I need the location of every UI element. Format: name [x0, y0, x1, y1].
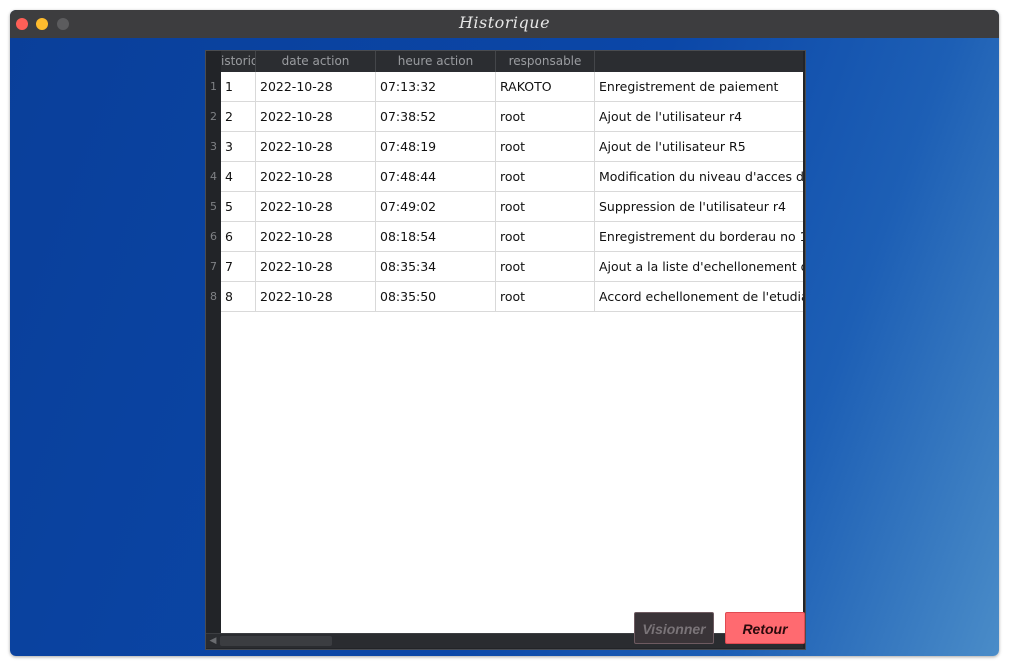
- row-number[interactable]: 3: [206, 132, 221, 162]
- cell-action[interactable]: Suppression de l'utilisateur r4: [595, 192, 803, 221]
- cell-date[interactable]: 2022-10-28: [256, 252, 376, 281]
- cell-time[interactable]: 07:48:19: [376, 132, 496, 161]
- cell-time[interactable]: 08:35:50: [376, 282, 496, 311]
- table-row[interactable]: 5 2022-10-28 07:49:02 root Suppression d…: [221, 192, 803, 222]
- title-bar: Historique: [10, 10, 999, 38]
- cell-id[interactable]: 3: [221, 132, 256, 161]
- cell-user[interactable]: root: [496, 282, 595, 311]
- cell-time[interactable]: 08:18:54: [376, 222, 496, 251]
- row-number[interactable]: 4: [206, 162, 221, 192]
- cell-time[interactable]: 07:38:52: [376, 102, 496, 131]
- visionner-button[interactable]: Visionner: [634, 612, 714, 644]
- cell-date[interactable]: 2022-10-28: [256, 192, 376, 221]
- cell-id[interactable]: 4: [221, 162, 256, 191]
- cell-id[interactable]: 2: [221, 102, 256, 131]
- table-row[interactable]: 6 2022-10-28 08:18:54 root Enregistremen…: [221, 222, 803, 252]
- row-number[interactable]: 5: [206, 192, 221, 222]
- retour-button[interactable]: Retour: [725, 612, 805, 644]
- cell-time[interactable]: 07:49:02: [376, 192, 496, 221]
- column-header-time[interactable]: heure action: [376, 51, 496, 72]
- cell-date[interactable]: 2022-10-28: [256, 102, 376, 131]
- row-number[interactable]: 2: [206, 102, 221, 132]
- table-row[interactable]: 8 2022-10-28 08:35:50 root Accord echell…: [221, 282, 803, 312]
- table-row[interactable]: 3 2022-10-28 07:48:19 root Ajout de l'ut…: [221, 132, 803, 162]
- cell-action[interactable]: Modification du niveau d'acces de: [595, 162, 803, 191]
- column-header-id[interactable]: istoriq: [221, 51, 256, 72]
- cell-action[interactable]: Ajout a la liste d'echellonement d: [595, 252, 803, 281]
- cell-action[interactable]: Ajout de l'utilisateur r4: [595, 102, 803, 131]
- cell-action[interactable]: Accord echellonement de l'etudia: [595, 282, 803, 311]
- history-table: istoriq date action heure action respons…: [205, 50, 806, 650]
- cell-date[interactable]: 2022-10-28: [256, 282, 376, 311]
- window-title: Historique: [458, 13, 551, 32]
- app-window: Historique istoriq date action heure act…: [10, 10, 999, 656]
- cell-user[interactable]: RAKOTO: [496, 72, 595, 101]
- cell-user[interactable]: root: [496, 102, 595, 131]
- cell-user[interactable]: root: [496, 222, 595, 251]
- cell-time[interactable]: 07:13:32: [376, 72, 496, 101]
- table-row[interactable]: 4 2022-10-28 07:48:44 root Modification …: [221, 162, 803, 192]
- cell-id[interactable]: 7: [221, 252, 256, 281]
- cell-action[interactable]: Enregistrement de paiement: [595, 72, 803, 101]
- row-number[interactable]: 1: [206, 72, 221, 102]
- table-row[interactable]: 2 2022-10-28 07:38:52 root Ajout de l'ut…: [221, 102, 803, 132]
- cell-time[interactable]: 08:35:34: [376, 252, 496, 281]
- cell-id[interactable]: 8: [221, 282, 256, 311]
- cell-date[interactable]: 2022-10-28: [256, 222, 376, 251]
- cell-time[interactable]: 07:48:44: [376, 162, 496, 191]
- cell-id[interactable]: 6: [221, 222, 256, 251]
- cell-user[interactable]: root: [496, 162, 595, 191]
- cell-date[interactable]: 2022-10-28: [256, 72, 376, 101]
- table-body: 1 2022-10-28 07:13:32 RAKOTO Enregistrem…: [221, 72, 803, 633]
- cell-date[interactable]: 2022-10-28: [256, 162, 376, 191]
- cell-action[interactable]: Ajout de l'utilisateur R5: [595, 132, 803, 161]
- column-header-date[interactable]: date action: [256, 51, 376, 72]
- cell-action[interactable]: Enregistrement du borderau no 1: [595, 222, 803, 251]
- cell-user[interactable]: root: [496, 132, 595, 161]
- scrollbar-thumb[interactable]: [220, 636, 332, 646]
- row-number[interactable]: 6: [206, 222, 221, 252]
- cell-date[interactable]: 2022-10-28: [256, 132, 376, 161]
- column-header-action[interactable]: [595, 51, 803, 72]
- scroll-left-arrow-icon[interactable]: ◀: [208, 635, 218, 647]
- column-header-user[interactable]: responsable: [496, 51, 595, 72]
- cell-user[interactable]: root: [496, 192, 595, 221]
- cell-id[interactable]: 5: [221, 192, 256, 221]
- table-row[interactable]: 7 2022-10-28 08:35:34 root Ajout a la li…: [221, 252, 803, 282]
- cell-user[interactable]: root: [496, 252, 595, 281]
- row-number[interactable]: 7: [206, 252, 221, 282]
- table-row[interactable]: 1 2022-10-28 07:13:32 RAKOTO Enregistrem…: [221, 72, 803, 102]
- cell-id[interactable]: 1: [221, 72, 256, 101]
- row-number[interactable]: 8: [206, 282, 221, 312]
